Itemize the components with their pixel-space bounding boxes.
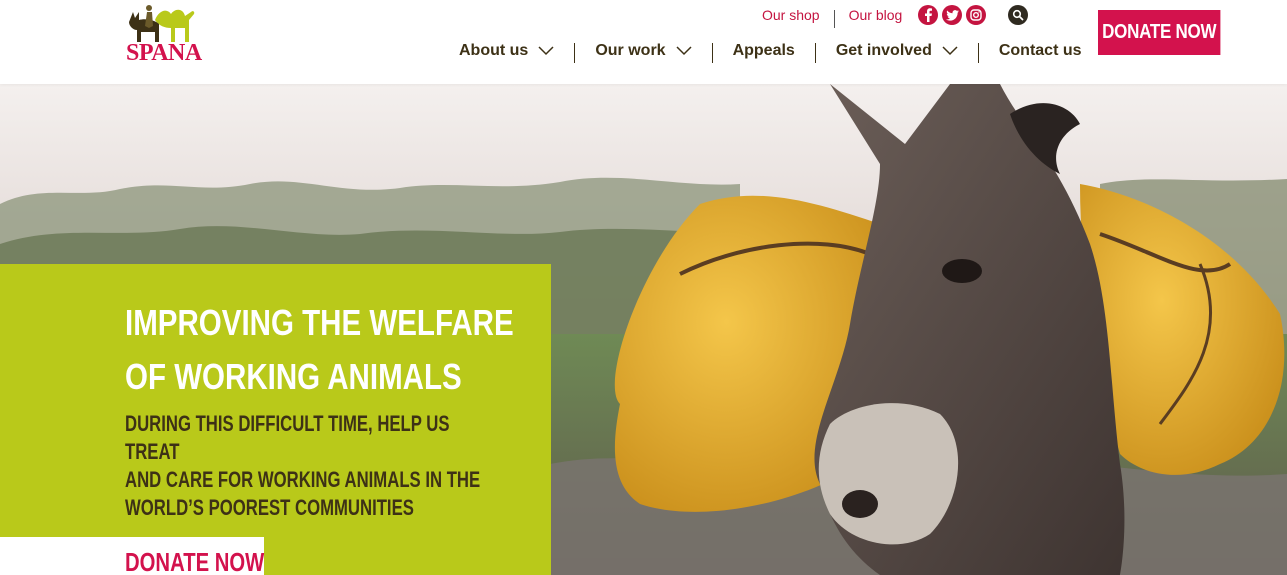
instagram-icon[interactable] <box>966 5 987 25</box>
nav-item-our-work[interactable]: Our work <box>595 42 692 60</box>
site-header: SPANA Our shop Our blog About us Our wor… <box>0 0 1287 84</box>
search-icon[interactable] <box>1008 5 1029 25</box>
facebook-icon[interactable] <box>918 5 939 25</box>
nav-item-about-us[interactable]: About us <box>459 42 554 60</box>
hero-subheading-line: DURING THIS DIFFICULT TIME, HELP US TREA… <box>125 411 450 464</box>
our-blog-link[interactable]: Our blog <box>849 7 903 23</box>
nav-item-contact-us[interactable]: Contact us <box>999 42 1082 60</box>
donate-now-button[interactable]: DONATE NOW <box>1098 10 1221 55</box>
divider <box>977 43 979 63</box>
divider <box>814 43 816 63</box>
divider <box>833 10 835 28</box>
logo-wordmark: SPANA <box>126 40 202 66</box>
nav-item-label: About us <box>459 42 529 59</box>
hero-heading: IMPROVING THE WELFARE OF WORKING ANIMALS <box>125 296 519 404</box>
hero-subheading: DURING THIS DIFFICULT TIME, HELP US TREA… <box>125 410 490 522</box>
social-links <box>918 5 987 25</box>
divider <box>711 43 713 63</box>
hero-heading-line: OF WORKING ANIMALS <box>125 356 462 397</box>
nav-item-get-involved[interactable]: Get involved <box>836 42 958 60</box>
nav-item-label: Get involved <box>835 42 932 59</box>
nav-item-label: Our work <box>595 42 666 59</box>
nav-item-label: Contact us <box>998 42 1082 59</box>
utility-links: Our shop Our blog <box>762 4 1029 28</box>
hero-heading-line: IMPROVING THE WELFARE <box>125 302 514 343</box>
twitter-icon[interactable] <box>942 5 963 25</box>
chevron-down-icon <box>676 46 692 56</box>
hero-donate-button[interactable]: DONATE NOW <box>0 537 264 575</box>
divider <box>574 43 576 63</box>
chevron-down-icon <box>538 46 554 56</box>
hero-subheading-line: WORLD’S POOREST COMMUNITIES <box>125 495 414 520</box>
chevron-down-icon <box>942 46 958 56</box>
nav-item-label: Appeals <box>732 42 795 59</box>
our-shop-link[interactable]: Our shop <box>762 7 820 23</box>
nav-item-appeals[interactable]: Appeals <box>733 42 795 60</box>
main-navigation: About us Our work Appeals Get involved C… <box>459 40 1082 63</box>
hero-subheading-line: AND CARE FOR WORKING ANIMALS IN THE <box>125 467 481 492</box>
hero-donate-label: DONATE NOW <box>125 547 265 575</box>
